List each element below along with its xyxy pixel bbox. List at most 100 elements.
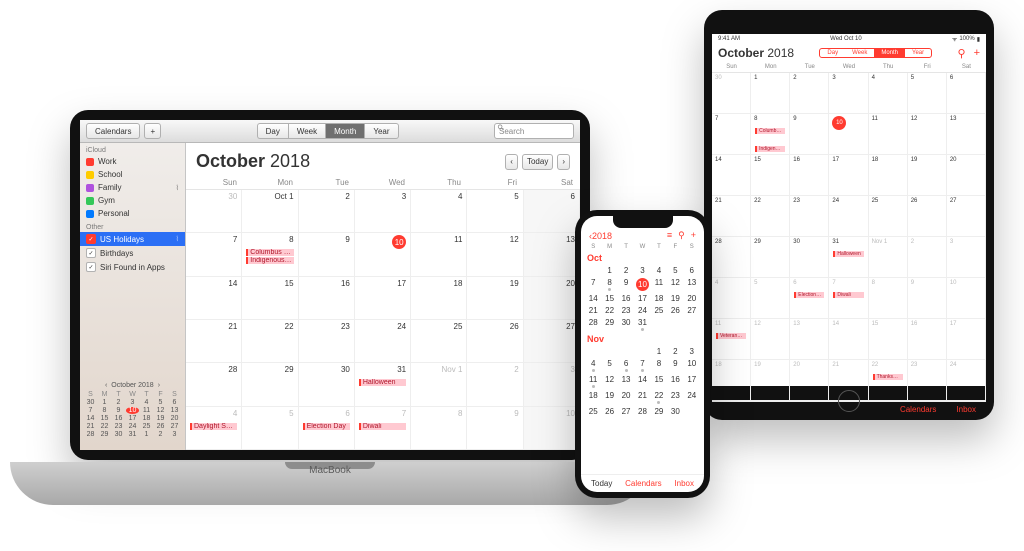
day-cell[interactable]: 25 [585, 407, 601, 416]
day-cell[interactable]: 14 [712, 155, 751, 196]
ipad-view-segments[interactable]: DayWeekMonthYear [819, 48, 932, 58]
event-chip[interactable]: Columbus Day [246, 249, 293, 256]
today-link[interactable]: Today [591, 479, 612, 488]
day-cell[interactable]: 23 [908, 360, 947, 401]
day-cell[interactable]: 10 [829, 114, 868, 155]
day-cell[interactable]: 18 [869, 155, 908, 196]
month-label[interactable]: Oct [585, 250, 700, 266]
day-cell[interactable]: 13 [684, 278, 700, 291]
day-cell[interactable]: 16 [667, 375, 683, 388]
event-chip[interactable]: Indigenous Peop… [755, 146, 785, 152]
prev-month-button[interactable]: ‹ [505, 154, 518, 170]
day-cell[interactable]: 10 [636, 278, 649, 291]
day-cell[interactable]: 12 [601, 375, 617, 388]
day-cell[interactable]: 29 [242, 363, 298, 406]
day-cell[interactable]: 18 [651, 294, 667, 303]
day-cell[interactable]: 4Daylight Saving… [186, 407, 242, 450]
day-cell[interactable]: 30 [790, 237, 829, 278]
day-cell[interactable]: 13 [790, 319, 829, 360]
day-cell[interactable]: 5 [242, 407, 298, 450]
day-cell[interactable]: 22 [601, 306, 617, 315]
day-cell[interactable]: 23 [790, 196, 829, 237]
day-cell[interactable]: 15 [242, 277, 298, 320]
day-cell[interactable]: 27 [947, 196, 986, 237]
day-cell[interactable]: 19 [667, 294, 683, 303]
day-cell[interactable]: 26 [467, 320, 523, 363]
segment-week[interactable]: Week [845, 49, 874, 57]
day-cell[interactable]: 17 [829, 155, 868, 196]
mini-next-icon[interactable]: › [158, 382, 160, 389]
day-cell[interactable]: 5 [601, 359, 617, 372]
day-cell[interactable]: 11 [411, 233, 467, 276]
day-cell[interactable]: 4 [411, 190, 467, 233]
day-cell[interactable]: 9 [908, 278, 947, 319]
day-cell[interactable]: 30 [667, 407, 683, 416]
day-cell[interactable]: 29 [651, 407, 667, 416]
mini-calendar[interactable]: ‹October 2018› SMTWTFS301234567891011121… [80, 378, 185, 450]
day-cell[interactable]: 5 [751, 278, 790, 319]
day-cell[interactable]: 24 [684, 391, 700, 404]
day-cell[interactable]: 30 [618, 318, 634, 331]
day-cell[interactable]: 21 [585, 306, 601, 315]
day-cell[interactable]: 12 [908, 114, 947, 155]
event-chip[interactable]: Halloween [359, 379, 406, 386]
segment-month[interactable]: Month [325, 123, 364, 139]
segment-week[interactable]: Week [288, 123, 325, 139]
day-cell[interactable]: 6 [524, 190, 580, 233]
sidebar-item-family[interactable]: Family⌇ [80, 181, 185, 194]
day-cell[interactable]: 15 [601, 294, 617, 303]
day-cell[interactable]: 27 [618, 407, 634, 416]
day-cell[interactable]: 15 [651, 375, 667, 388]
day-cell[interactable]: 4 [869, 73, 908, 114]
inbox-link[interactable]: Inbox [956, 405, 976, 414]
day-cell[interactable]: Oct 1 [242, 190, 298, 233]
day-cell[interactable]: 19 [601, 391, 617, 404]
day-cell[interactable]: 5 [667, 266, 683, 275]
day-cell[interactable]: 4 [712, 278, 751, 319]
day-cell[interactable]: 7Diwali [355, 407, 411, 450]
day-cell[interactable]: 18 [712, 360, 751, 401]
day-cell[interactable]: 18 [585, 391, 601, 404]
sidebar-item-us-holidays[interactable]: ✓US Holidays⌇ [80, 232, 185, 246]
day-cell[interactable]: 31Halloween [355, 363, 411, 406]
calendars-link[interactable]: Calendars [625, 479, 661, 488]
calendars-button[interactable]: Calendars [86, 123, 140, 139]
sidebar-item-personal[interactable]: Personal [80, 207, 185, 220]
day-cell[interactable]: 10 [947, 278, 986, 319]
day-cell[interactable]: 21 [186, 320, 242, 363]
calendars-link[interactable]: Calendars [900, 405, 936, 414]
day-cell[interactable]: 27 [524, 320, 580, 363]
day-cell[interactable]: 9 [467, 407, 523, 450]
day-cell[interactable]: 22Thanksgiving [869, 360, 908, 401]
day-cell[interactable]: 13 [524, 233, 580, 276]
day-cell[interactable]: Nov 1 [869, 237, 908, 278]
day-cell[interactable]: 11 [869, 114, 908, 155]
day-cell[interactable]: 24 [829, 196, 868, 237]
iphone-year-scroll[interactable]: Oct1234567891011121314151617181920212223… [581, 250, 704, 474]
day-cell[interactable]: 19 [751, 360, 790, 401]
day-cell[interactable]: 4 [585, 359, 601, 372]
day-cell[interactable]: 16 [299, 277, 355, 320]
segment-day[interactable]: Day [820, 49, 845, 57]
day-cell[interactable]: 10 [684, 359, 700, 372]
sidebar-item-work[interactable]: Work [80, 155, 185, 168]
day-cell[interactable]: 17 [355, 277, 411, 320]
day-cell[interactable]: 12 [467, 233, 523, 276]
day-cell[interactable]: 23 [667, 391, 683, 404]
day-cell[interactable]: 28 [634, 407, 650, 416]
event-chip[interactable]: Election Day [303, 423, 350, 430]
day-cell[interactable]: 4 [651, 266, 667, 275]
day-cell[interactable]: 20 [524, 277, 580, 320]
day-cell[interactable]: 13 [618, 375, 634, 388]
day-cell[interactable]: 5 [467, 190, 523, 233]
day-cell[interactable]: 22 [651, 391, 667, 404]
day-cell[interactable]: 1 [751, 73, 790, 114]
day-cell[interactable]: 7 [634, 359, 650, 372]
sidebar-item-gym[interactable]: Gym [80, 194, 185, 207]
add-event-icon[interactable]: + [974, 47, 980, 60]
day-cell[interactable]: 20 [618, 391, 634, 404]
search-icon[interactable]: ⚲ [958, 47, 966, 60]
event-chip[interactable]: Diwali [359, 423, 406, 430]
day-cell[interactable]: 14 [186, 277, 242, 320]
day-cell[interactable]: 2 [790, 73, 829, 114]
